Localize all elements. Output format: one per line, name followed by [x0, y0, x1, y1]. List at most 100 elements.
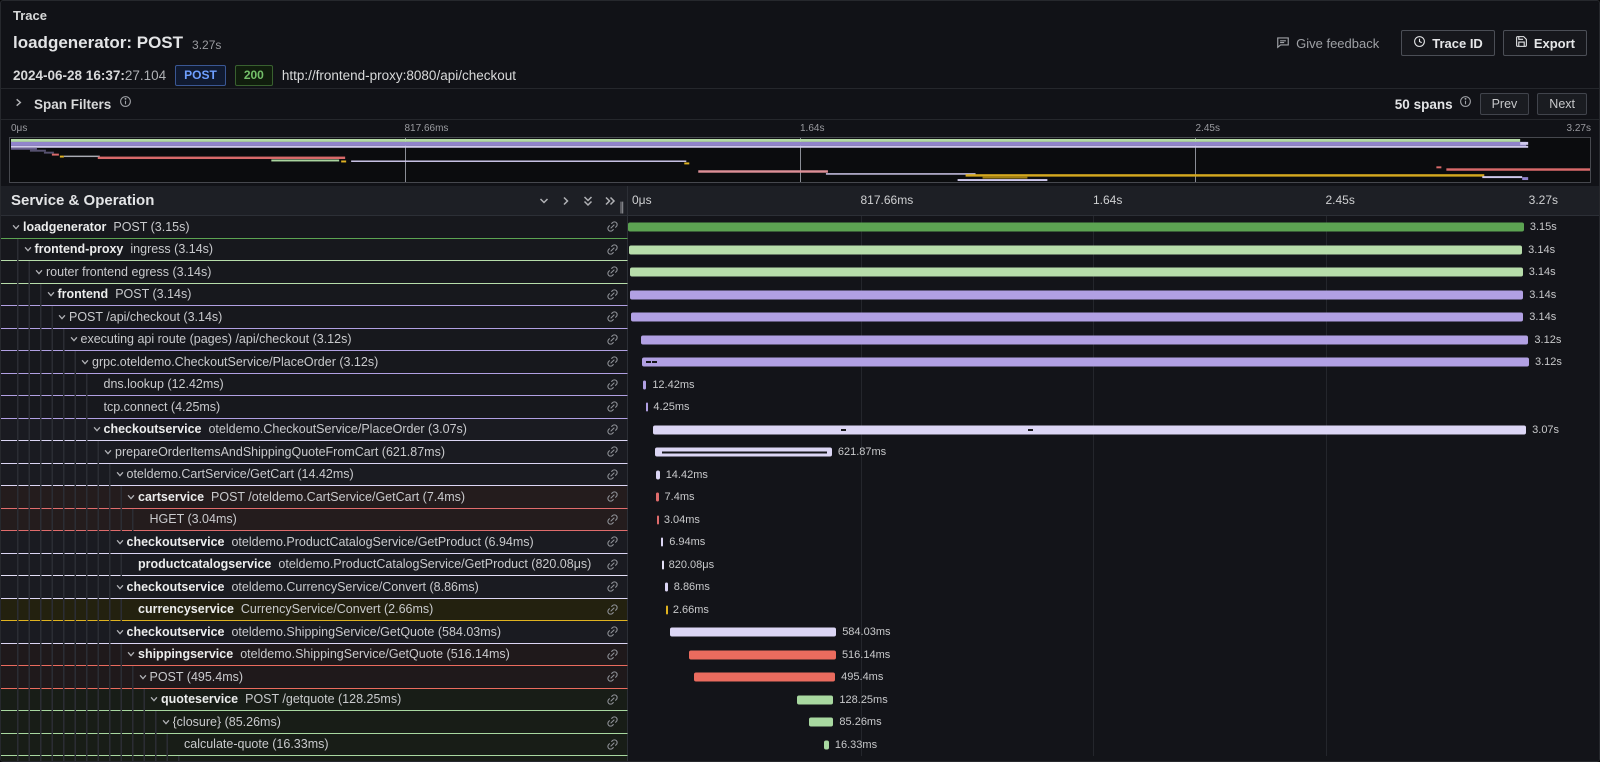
- expand-one-icon[interactable]: [555, 190, 577, 212]
- span-bar[interactable]: [629, 245, 1522, 254]
- span-timeline-cell[interactable]: 7.4ms: [628, 486, 1599, 509]
- chevron-down-icon[interactable]: [32, 265, 46, 279]
- span-name-cell[interactable]: tcp.connect (4.25ms): [1, 396, 628, 419]
- span-bar[interactable]: [694, 673, 835, 682]
- span-timeline-cell[interactable]: 3.12s: [628, 329, 1599, 352]
- span-bar[interactable]: [656, 470, 660, 479]
- span-row[interactable]: {closure} (85.26ms)85.26ms: [1, 711, 1599, 734]
- span-row[interactable]: loadgeneratorPOST (3.15s)3.15s: [1, 216, 1599, 239]
- span-timeline-cell[interactable]: 3.04ms: [628, 509, 1599, 532]
- chevron-down-icon[interactable]: [90, 422, 104, 436]
- span-row[interactable]: frontend-proxyingress (3.14s)3.14s: [1, 239, 1599, 262]
- span-name-cell[interactable]: oteldemo.CartService/GetCart (14.42ms): [1, 464, 628, 487]
- span-bar[interactable]: [646, 403, 648, 412]
- span-name-cell[interactable]: shippingserviceoteldemo.ShippingService/…: [1, 644, 628, 667]
- collapse-all-icon[interactable]: [577, 190, 599, 212]
- span-name-cell[interactable]: cartservicePOST /oteldemo.CartService/Ge…: [1, 486, 628, 509]
- span-name-cell[interactable]: frontend-proxyingress (3.14s): [1, 239, 628, 262]
- link-icon[interactable]: [606, 558, 620, 572]
- span-timeline-cell[interactable]: 14.42ms: [628, 464, 1599, 487]
- span-row[interactable]: POST (495.4ms)495.4ms: [1, 666, 1599, 689]
- span-bar[interactable]: [643, 380, 647, 389]
- prev-span-button[interactable]: Prev: [1480, 93, 1530, 115]
- span-name-cell[interactable]: router frontend egress (3.14s): [1, 261, 628, 284]
- span-row[interactable]: executing api route (pages) /api/checkou…: [1, 329, 1599, 352]
- span-timeline-cell[interactable]: 820.08μs: [628, 554, 1599, 577]
- span-timeline-cell[interactable]: 3.14s: [628, 261, 1599, 284]
- chevron-down-icon[interactable]: [113, 535, 127, 549]
- span-timeline-cell[interactable]: 2.66ms: [628, 599, 1599, 622]
- span-row[interactable]: checkoutserviceoteldemo.CurrencyService/…: [1, 576, 1599, 599]
- chevron-right-icon[interactable]: [13, 95, 24, 113]
- link-icon[interactable]: [606, 333, 620, 347]
- span-name-cell[interactable]: executing api route (pages) /api/checkou…: [1, 329, 628, 352]
- span-timeline-cell[interactable]: 4.25ms: [628, 396, 1599, 419]
- span-bar[interactable]: [630, 290, 1523, 299]
- span-name-cell[interactable]: checkoutserviceoteldemo.ProductCatalogSe…: [1, 531, 628, 554]
- link-icon[interactable]: [606, 243, 620, 257]
- link-icon[interactable]: [606, 445, 620, 459]
- span-bar[interactable]: [655, 448, 832, 457]
- chevron-down-icon[interactable]: [124, 490, 138, 504]
- span-row[interactable]: router frontend egress (3.14s)3.14s: [1, 261, 1599, 284]
- link-icon[interactable]: [606, 513, 620, 527]
- span-timeline-cell[interactable]: 3.14s: [628, 306, 1599, 329]
- span-bar[interactable]: [661, 538, 663, 547]
- chevron-down-icon[interactable]: [55, 310, 69, 324]
- span-bar[interactable]: [797, 695, 833, 704]
- span-name-cell[interactable]: productcatalogserviceoteldemo.ProductCat…: [1, 554, 628, 577]
- chevron-down-icon[interactable]: [113, 580, 127, 594]
- span-name-cell[interactable]: checkoutserviceoteldemo.ShippingService/…: [1, 621, 628, 644]
- chevron-down-icon[interactable]: [159, 715, 173, 729]
- span-timeline-cell[interactable]: 85.26ms: [628, 711, 1599, 734]
- span-row[interactable]: tcp.connect (4.25ms)4.25ms: [1, 396, 1599, 419]
- span-timeline-cell[interactable]: 516.14ms: [628, 644, 1599, 667]
- link-icon[interactable]: [606, 220, 620, 234]
- chevron-down-icon[interactable]: [101, 445, 115, 459]
- chevron-down-icon[interactable]: [124, 647, 138, 661]
- span-bar[interactable]: [657, 515, 659, 524]
- span-name-cell[interactable]: POST (495.4ms): [1, 666, 628, 689]
- span-bar[interactable]: [666, 605, 668, 614]
- link-icon[interactable]: [606, 603, 620, 617]
- span-row[interactable]: cartservicePOST /oteldemo.CartService/Ge…: [1, 486, 1599, 509]
- link-icon[interactable]: [606, 490, 620, 504]
- trace-id-button[interactable]: Trace ID: [1401, 30, 1495, 56]
- link-icon[interactable]: [606, 580, 620, 594]
- minimap-canvas[interactable]: [9, 137, 1591, 183]
- chevron-down-icon[interactable]: [113, 625, 127, 639]
- span-bar[interactable]: [630, 268, 1523, 277]
- span-timeline-cell[interactable]: 3.12s: [628, 351, 1599, 374]
- link-icon[interactable]: [606, 378, 620, 392]
- chevron-down-icon[interactable]: [44, 287, 58, 301]
- span-timeline-cell[interactable]: 3.14s: [628, 284, 1599, 307]
- span-name-cell[interactable]: prepareOrderItemsAndShippingQuoteFromCar…: [1, 441, 628, 464]
- chevron-down-icon[interactable]: [9, 220, 23, 234]
- link-icon[interactable]: [606, 715, 620, 729]
- link-icon[interactable]: [606, 535, 620, 549]
- span-row[interactable]: oteldemo.CartService/GetCart (14.42ms)14…: [1, 464, 1599, 487]
- span-name-cell[interactable]: dns.lookup (12.42ms): [1, 374, 628, 397]
- column-resize-handle[interactable]: ▕▏: [614, 203, 631, 214]
- span-bar[interactable]: [689, 650, 836, 659]
- link-icon[interactable]: [606, 625, 620, 639]
- link-icon[interactable]: [606, 355, 620, 369]
- link-icon[interactable]: [606, 648, 620, 662]
- span-bar[interactable]: [824, 740, 829, 749]
- span-row[interactable]: dns.lookup (12.42ms)12.42ms: [1, 374, 1599, 397]
- link-icon[interactable]: [606, 310, 620, 324]
- span-name-cell[interactable]: currencyserviceCurrencyService/Convert (…: [1, 599, 628, 622]
- span-timeline-cell[interactable]: 495.4ms: [628, 666, 1599, 689]
- link-icon[interactable]: [606, 693, 620, 707]
- span-timeline-cell[interactable]: 8.86ms: [628, 576, 1599, 599]
- span-timeline-cell[interactable]: 16.33ms: [628, 734, 1599, 757]
- span-row[interactable]: prepareOrderItemsAndShippingQuoteFromCar…: [1, 441, 1599, 464]
- span-name-cell[interactable]: quoteservicePOST /getquote (128.25ms): [1, 689, 628, 712]
- chevron-down-icon[interactable]: [21, 242, 35, 256]
- link-icon[interactable]: [606, 468, 620, 482]
- collapse-one-icon[interactable]: [533, 190, 555, 212]
- span-timeline-cell[interactable]: 12.42ms: [628, 374, 1599, 397]
- span-bar[interactable]: [631, 313, 1523, 322]
- span-timeline-cell[interactable]: 6.94ms: [628, 531, 1599, 554]
- span-name-cell[interactable]: calculate-quote (16.33ms): [1, 734, 628, 757]
